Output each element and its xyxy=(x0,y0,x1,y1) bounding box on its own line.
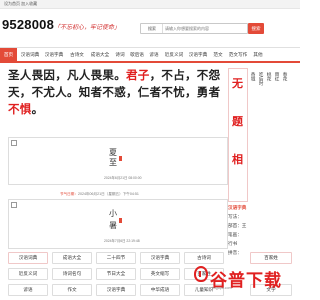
seal-icon xyxy=(119,156,122,161)
panel-row: 笔画： xyxy=(228,232,242,237)
nav-item[interactable]: 古诗文 xyxy=(67,48,87,61)
search-button[interactable]: 搜索 xyxy=(248,23,264,34)
card-title-char: 至 xyxy=(109,158,117,167)
quote-text: 。 xyxy=(31,104,44,116)
nav-item[interactable]: 汉语字典 xyxy=(187,48,209,61)
nav-item[interactable]: 成语大全 xyxy=(89,48,111,61)
site-slogan: 「不忘初心，牢记使命」 xyxy=(54,25,121,31)
side-poem-line: 吃后时 xyxy=(259,72,264,86)
top-bar-links[interactable]: 设为首页 加入收藏 xyxy=(4,1,37,6)
site-watermark: 谷普下载 jmgupu.com xyxy=(150,262,300,296)
dictionary-panel: 汉语字典 写法： 部首：王 笔画： 行书 拼音： xyxy=(228,203,300,257)
solar-term-date-line: 节气日期：2024年06月21日（星期五）下午04:51 xyxy=(60,192,139,197)
link-tag[interactable]: 汉语字典 xyxy=(96,284,136,296)
nav-item[interactable]: 汉语词典 xyxy=(19,48,41,61)
nav-item-home[interactable]: 首页 xyxy=(0,48,17,61)
link-tag[interactable]: 近反义词 xyxy=(8,268,48,280)
link-tag[interactable]: 成语大全 xyxy=(52,252,92,264)
search-box: 搜索 xyxy=(140,23,248,34)
card-date: 2024年7月6日 22:19:48 xyxy=(104,239,140,243)
link-tag[interactable]: 节日大全 xyxy=(96,268,136,280)
side-title-char: 无 xyxy=(232,78,243,90)
side-poem-panel: 无 题 相 香城 吃后时 桃花 雨红 春花 xyxy=(228,68,300,202)
site-logo[interactable]: 9528008 xyxy=(2,17,54,32)
card-title-char: 暑 xyxy=(109,221,117,230)
panel-row: 部首：王 xyxy=(228,223,247,228)
seal-icon xyxy=(119,218,122,223)
nav-item[interactable]: 范文写作 xyxy=(227,48,249,61)
link-tag[interactable]: 二十四节 xyxy=(96,252,136,264)
side-poem-line: 香城 xyxy=(251,72,256,82)
side-title-box: 无 题 相 xyxy=(228,68,248,202)
card-title-char: 小 xyxy=(109,209,117,218)
search-input[interactable] xyxy=(163,24,247,33)
quote-highlight: 不惧 xyxy=(8,104,32,116)
side-poem-line: 桃花 xyxy=(267,72,272,82)
side-title-char: 相 xyxy=(232,154,243,166)
quote-text: 圣人畏因，凡人畏果。 xyxy=(8,70,126,82)
broken-image-icon xyxy=(11,202,17,208)
date-text: 2024年06月21日（星期五）下午04:51 xyxy=(77,192,139,196)
nav-item[interactable]: 歇后语 xyxy=(129,48,145,61)
card-title-char: 夏 xyxy=(109,148,117,157)
quote-highlight: 君子 xyxy=(126,70,150,82)
solar-term-card[interactable]: 夏 至 2024年6月21日 08:00:00 xyxy=(8,137,228,185)
broken-image-icon xyxy=(11,140,17,146)
search-scope-select[interactable]: 搜索 xyxy=(142,24,163,33)
top-bar: 设为首页 加入收藏 xyxy=(0,0,300,9)
link-tag[interactable]: 诗词名句 xyxy=(52,268,92,280)
nav-item[interactable]: 谚语 xyxy=(147,48,161,61)
nav-item[interactable]: 诗词 xyxy=(113,48,127,61)
main-nav: 首页 汉语词典 汉语字典 古诗文 成语大全 诗词 歇后语 谚语 近反义词 汉语字… xyxy=(0,47,300,63)
featured-quote: 圣人畏因，凡人畏果。君子，不占，不怨天，不尤人。知者不惑，仁者不忧，勇者不惧。 xyxy=(8,68,226,119)
nav-item[interactable]: 汉语字典 xyxy=(43,48,65,61)
side-title-char: 题 xyxy=(232,116,243,128)
link-tag[interactable]: 汉语词典 xyxy=(8,252,48,264)
watermark-logo-icon xyxy=(194,266,208,282)
card-date: 2024年6月21日 08:00:00 xyxy=(104,176,142,180)
nav-item[interactable]: 近反义词 xyxy=(163,48,185,61)
panel-row: 写法： xyxy=(228,214,242,219)
nav-item[interactable]: 其他 xyxy=(251,48,265,61)
panel-row: 行书 xyxy=(228,241,238,246)
panel-title[interactable]: 汉语字典 xyxy=(228,203,300,212)
side-poem-line: 春花 xyxy=(283,72,288,82)
link-tag[interactable]: 谚语 xyxy=(8,284,48,296)
solar-term-card[interactable]: 小 暑 2024年7月6日 22:19:48 xyxy=(8,199,228,249)
date-label: 节气日期： xyxy=(60,192,78,196)
side-poem-line: 雨红 xyxy=(275,72,280,82)
watermark-sub: jmgupu.com xyxy=(212,286,232,290)
link-tag[interactable]: 作文 xyxy=(52,284,92,296)
nav-item[interactable]: 范文 xyxy=(211,48,225,61)
